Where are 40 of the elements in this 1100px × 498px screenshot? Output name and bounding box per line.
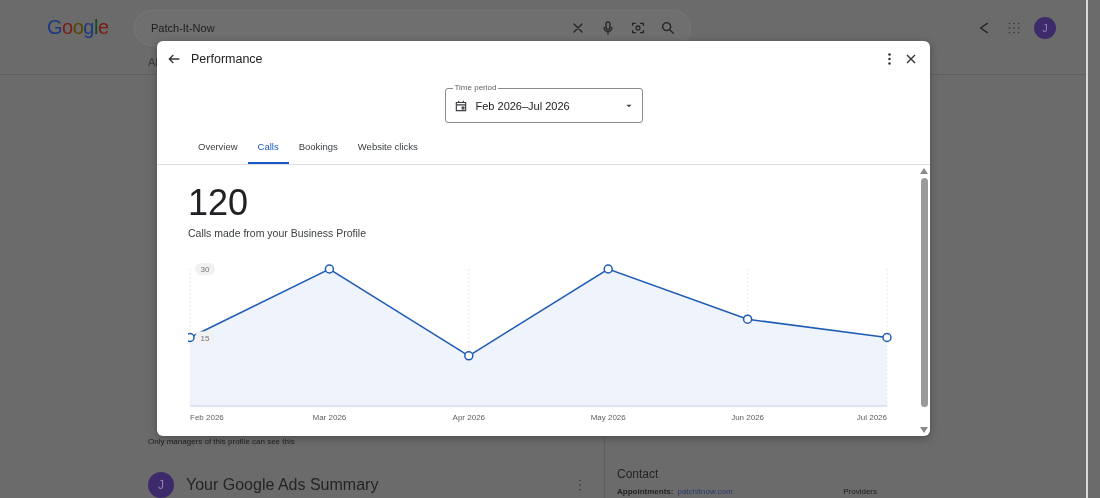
calls-total: 120 bbox=[188, 183, 250, 223]
search-field[interactable]: Patch-It-Now bbox=[135, 10, 690, 45]
data-point[interactable] bbox=[603, 264, 613, 274]
data-point[interactable] bbox=[188, 332, 195, 343]
dialog-title: Performance bbox=[191, 52, 263, 66]
time-period-value: Feb 2026–Jul 2026 bbox=[475, 99, 571, 112]
google-logo[interactable]: Google bbox=[47, 16, 135, 40]
appointments-link[interactable]: patchitnow.com bbox=[677, 487, 733, 496]
scrollbar-thumb[interactable] bbox=[920, 178, 928, 407]
data-point[interactable] bbox=[464, 351, 474, 361]
more-icon bbox=[888, 53, 891, 65]
search-icon[interactable] bbox=[660, 19, 676, 36]
time-period-label: Time period bbox=[452, 83, 499, 92]
tab[interactable]: Website clicks bbox=[347, 137, 428, 164]
tab[interactable]: Overview bbox=[188, 137, 248, 164]
ads-avatar: J bbox=[148, 472, 174, 498]
y-tick-label: 15 bbox=[200, 333, 210, 343]
x-tick-label: Feb 2026 bbox=[190, 413, 224, 422]
x-tick-label: May 2026 bbox=[590, 413, 626, 422]
x-tick-label: Apr 2026 bbox=[452, 413, 486, 422]
contact-heading: Contact bbox=[617, 467, 660, 481]
data-point[interactable] bbox=[882, 332, 892, 343]
tab[interactable]: Bookings bbox=[288, 137, 348, 164]
scroll-down-icon[interactable] bbox=[920, 427, 928, 433]
microphone-icon[interactable] bbox=[600, 19, 616, 36]
more-options-button[interactable] bbox=[885, 50, 894, 68]
data-point[interactable] bbox=[324, 264, 335, 274]
data-point[interactable] bbox=[742, 314, 753, 324]
x-tick-label: Jun 2026 bbox=[731, 413, 765, 422]
x-tick-label: Mar 2026 bbox=[312, 413, 347, 422]
tab[interactable]: Calls bbox=[247, 137, 289, 164]
providers-label: Providers bbox=[843, 487, 877, 496]
calendar-icon bbox=[453, 98, 468, 113]
account-avatar[interactable]: J bbox=[1034, 16, 1056, 39]
y-tick-label: 30 bbox=[200, 265, 210, 274]
appointments-label: Appointments: bbox=[617, 487, 674, 496]
search-input[interactable]: Patch-It-Now bbox=[149, 20, 556, 35]
x-tick-label: Jul 2026 bbox=[856, 413, 887, 422]
ads-summary-title: Your Google Ads Summary bbox=[186, 476, 380, 494]
calls-subtitle: Calls made from your Business Profile bbox=[188, 227, 367, 239]
